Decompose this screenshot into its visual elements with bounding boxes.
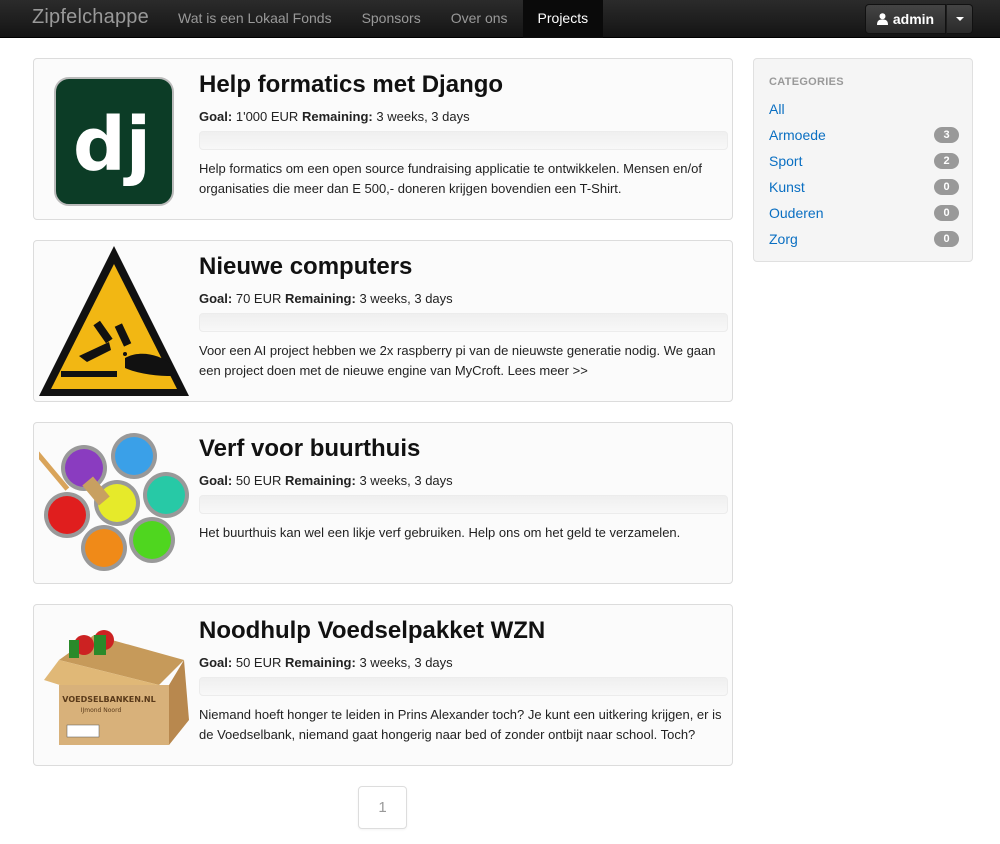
category-link[interactable]: Ouderen <box>769 205 823 221</box>
goal-value: 50 EUR <box>235 473 282 488</box>
goal-label: Goal: <box>199 291 233 306</box>
paint-cans-image <box>39 433 189 571</box>
count-badge: 3 <box>934 127 959 143</box>
category-link[interactable]: All <box>769 101 785 117</box>
count-badge: 0 <box>934 205 959 221</box>
category-link[interactable]: Armoede <box>769 127 826 143</box>
food-box-brand: VOEDSELBANKEN.NL <box>62 695 155 704</box>
project-meta: Goal: 50 EUR Remaining: 3 weeks, 3 days <box>199 655 453 670</box>
category-link[interactable]: Sport <box>769 153 802 169</box>
project-title[interactable]: Nieuwe computers <box>199 253 412 281</box>
food-box-image: VOEDSELBANKEN.NL IJmond Noord <box>44 630 189 745</box>
nav-item-over-ons[interactable]: Over ons <box>436 0 523 38</box>
goal-label: Goal: <box>199 473 233 488</box>
remaining-label: Remaining: <box>301 109 373 124</box>
project-description: Het buurthuis kan wel een likje verf geb… <box>199 525 681 540</box>
project-meta: Goal: 70 EUR Remaining: 3 weeks, 3 days <box>199 291 453 306</box>
remaining-value: 3 weeks, 3 days <box>359 655 453 670</box>
categories-sidebar: CATEGORIES All Armoede 3 Sport 2 Kunst 0… <box>753 58 973 262</box>
project-card: Nieuwe computers Goal: 70 EUR Remaining:… <box>33 240 733 402</box>
nav-item-projects[interactable]: Projects <box>522 0 604 38</box>
category-link[interactable]: Zorg <box>769 231 798 247</box>
user-dropdown-toggle[interactable] <box>946 4 973 34</box>
progress-bar <box>199 495 728 514</box>
goal-label: Goal: <box>199 109 233 124</box>
corrosive-warning-image <box>39 246 189 396</box>
progress-bar <box>199 677 728 696</box>
remaining-label: Remaining: <box>285 473 356 488</box>
remaining-value: 3 weeks, 3 days <box>359 473 453 488</box>
category-link[interactable]: Kunst <box>769 179 805 195</box>
project-description: Voor een AI project hebben we 2x raspber… <box>199 343 716 378</box>
count-badge: 0 <box>934 231 959 247</box>
brand-link[interactable]: Zipfelchappe <box>32 6 149 29</box>
goal-value: 1'000 EUR <box>235 109 299 124</box>
remaining-value: 3 weeks, 3 days <box>376 109 470 124</box>
project-title[interactable]: Help formatics met Django <box>199 71 503 99</box>
category-item-zorg: Zorg 0 <box>769 229 959 249</box>
user-button[interactable]: admin <box>865 4 946 34</box>
project-meta: Goal: 1'000 EUR Remaining: 3 weeks, 3 da… <box>199 109 470 124</box>
project-meta: Goal: 50 EUR Remaining: 3 weeks, 3 days <box>199 473 453 488</box>
project-card: dj Help formatics met Django Goal: 1'000… <box>33 58 733 220</box>
nav-item-lokaal-fonds[interactable]: Wat is een Lokaal Fonds <box>163 0 347 38</box>
count-badge: 2 <box>934 153 959 169</box>
remaining-value: 3 weeks, 3 days <box>359 291 453 306</box>
project-description: Help formatics om een open source fundra… <box>199 161 702 196</box>
remaining-label: Remaining: <box>285 291 356 306</box>
nav-item-sponsors[interactable]: Sponsors <box>347 0 436 38</box>
project-title[interactable]: Noodhulp Voedselpakket WZN <box>199 617 545 645</box>
user-menu: admin <box>865 4 973 34</box>
project-title[interactable]: Verf voor buurthuis <box>199 435 420 463</box>
category-item-sport: Sport 2 <box>769 151 959 171</box>
navbar: Zipfelchappe Wat is een Lokaal Fonds Spo… <box>0 0 1000 38</box>
caret-down-icon <box>955 17 964 21</box>
project-description: Niemand hoeft honger te leiden in Prins … <box>199 707 722 742</box>
user-icon <box>876 13 888 25</box>
goal-label: Goal: <box>199 655 233 670</box>
user-name: admin <box>892 11 935 27</box>
main-nav: Wat is een Lokaal Fonds Sponsors Over on… <box>163 0 604 38</box>
progress-bar <box>199 313 728 332</box>
count-badge: 0 <box>934 179 959 195</box>
category-item-kunst: Kunst 0 <box>769 177 959 197</box>
goal-value: 70 EUR <box>235 291 282 306</box>
pagination-page-1[interactable]: 1 <box>358 786 407 829</box>
django-logo-image: dj <box>54 77 174 206</box>
progress-bar <box>199 131 728 150</box>
project-card: VOEDSELBANKEN.NL IJmond Noord Noodhulp V… <box>33 604 733 766</box>
category-item-all: All <box>769 99 959 119</box>
category-item-ouderen: Ouderen 0 <box>769 203 959 223</box>
remaining-label: Remaining: <box>285 655 356 670</box>
goal-value: 50 EUR <box>235 655 282 670</box>
category-item-armoede: Armoede 3 <box>769 125 959 145</box>
food-box-region: IJmond Noord <box>81 707 122 714</box>
categories-header: CATEGORIES <box>769 76 844 88</box>
svg-text:dj: dj <box>73 102 151 188</box>
project-card: Verf voor buurthuis Goal: 50 EUR Remaini… <box>33 422 733 584</box>
